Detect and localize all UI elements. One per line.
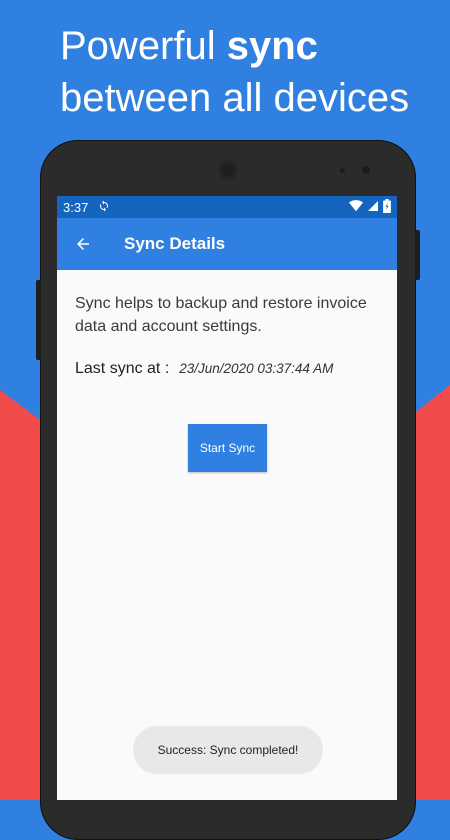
sync-icon	[98, 200, 110, 215]
phone-sensor-small	[340, 168, 345, 173]
phone-frame: 3:37 Sync Details Sync helps to backup a…	[36, 140, 420, 840]
phone-screen: 3:37 Sync Details Sync helps to backup a…	[57, 196, 397, 800]
arrow-back-icon[interactable]	[59, 218, 107, 270]
status-time: 3:37	[63, 199, 89, 215]
headline-prefix: Powerful	[60, 24, 227, 68]
promo-headline: Powerful sync between all devices	[60, 20, 440, 124]
phone-sensor	[362, 166, 370, 174]
phone-side-button-right	[415, 230, 420, 280]
phone-side-button-left	[36, 280, 41, 360]
headline-bold: sync	[226, 24, 318, 68]
app-bar: Sync Details	[57, 218, 397, 270]
wifi-icon	[349, 199, 363, 215]
cellular-icon	[367, 200, 379, 215]
toast-message: Success: Sync completed!	[133, 726, 323, 774]
last-sync-label: Last sync at :	[75, 360, 170, 377]
last-sync-row: Last sync at : 23/Jun/2020 03:37:44 AM	[75, 360, 379, 378]
status-bar: 3:37	[57, 196, 397, 218]
battery-icon	[383, 198, 391, 216]
start-sync-button[interactable]: Start Sync	[188, 424, 267, 472]
sync-description: Sync helps to backup and restore invoice…	[75, 295, 367, 335]
last-sync-value: 23/Jun/2020 03:37:44 AM	[179, 361, 334, 376]
phone-speaker	[218, 160, 238, 180]
sync-content: Sync helps to backup and restore invoice…	[57, 270, 397, 378]
headline-line2: between all devices	[60, 76, 410, 120]
page-title: Sync Details	[124, 234, 226, 253]
